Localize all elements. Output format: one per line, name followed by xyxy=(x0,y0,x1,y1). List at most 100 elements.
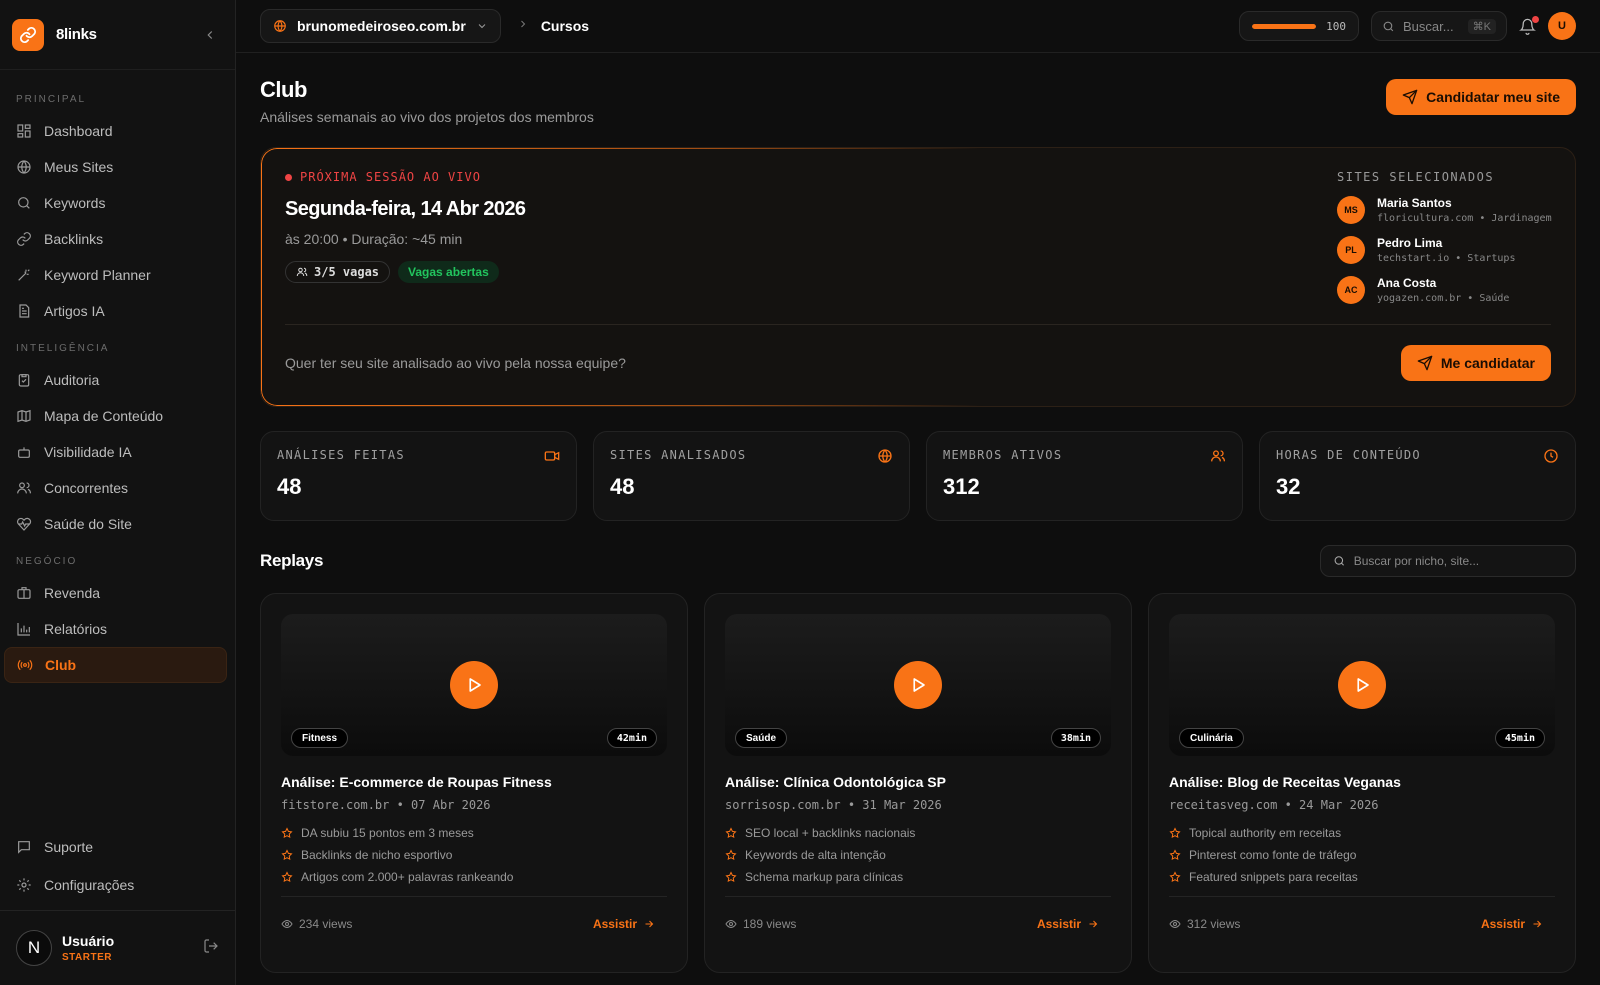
sidebar-item-visibilidade-ia[interactable]: Visibilidade IA xyxy=(4,434,227,470)
apply-site-label: Candidatar meu site xyxy=(1426,89,1560,105)
star-icon xyxy=(725,827,737,839)
avatar: AC xyxy=(1337,276,1365,304)
sidebar-item-revenda[interactable]: Revenda xyxy=(4,575,227,611)
views-text: 234 views xyxy=(299,917,353,931)
replay-cards: Fitness 42min Análise: E-commerce de Rou… xyxy=(260,593,1576,973)
sidebar-item-label: Saúde do Site xyxy=(44,516,132,532)
watch-link[interactable]: Assistir xyxy=(1037,917,1099,931)
play-icon[interactable] xyxy=(894,661,942,709)
user-profile[interactable]: N Usuário STARTER xyxy=(0,910,235,985)
logout-icon[interactable] xyxy=(203,938,219,959)
globe-icon xyxy=(274,20,286,32)
live-dot xyxy=(285,173,292,181)
list-item: Backlinks de nicho esportivo xyxy=(281,848,667,862)
replay-thumbnail[interactable]: Culinária 45min xyxy=(1169,614,1555,756)
page-content: Club Análises semanais ao vivo dos proje… xyxy=(236,53,1600,985)
bell-icon[interactable] xyxy=(1519,15,1539,35)
notification-dot xyxy=(1532,15,1539,23)
nav-section-title: PRINCIPAL xyxy=(16,94,87,105)
selected-sites-title: SITES SELECIONADOS xyxy=(1337,170,1495,184)
list-item: Keywords de alta intenção xyxy=(725,848,1111,862)
session-time: às 20:00 • Duração: ~45 min xyxy=(285,231,463,247)
divider xyxy=(281,896,667,897)
site-selector[interactable]: brunomedeiroseo.com.br xyxy=(260,9,501,43)
watch-link[interactable]: Assistir xyxy=(593,917,655,931)
main: brunomedeiroseo.com.br Cursos 100 Buscar… xyxy=(236,0,1600,985)
send-icon xyxy=(1417,355,1433,371)
chevron-down-icon xyxy=(478,24,486,29)
sidebar-item-club[interactable]: Club xyxy=(4,647,227,683)
sidebar-item-keywords[interactable]: Keywords xyxy=(4,185,227,221)
search-icon xyxy=(18,197,30,209)
sidebar-nav: PRINCIPAL Dashboard Meus Sites Keywords … xyxy=(0,70,235,828)
apply-site-button[interactable]: Candidatar meu site xyxy=(1386,79,1576,115)
sidebar-item-dashboard[interactable]: Dashboard xyxy=(4,113,227,149)
selected-site-owner: Pedro Lima xyxy=(1377,236,1443,250)
highlight-text: Backlinks de nicho esportivo xyxy=(301,848,453,862)
vagas-badge: 3/5 vagas xyxy=(285,261,391,283)
search-shortcut: ⌘K xyxy=(1467,18,1496,34)
stat-card: ANÁLISES FEITAS 48 xyxy=(260,431,577,521)
page-subtitle: Análises semanais ao vivo dos projetos d… xyxy=(260,109,594,125)
star-icon xyxy=(725,849,737,861)
list-item: SEO local + backlinks nacionais xyxy=(725,826,1111,840)
replay-card: Culinária 45min Análise: Blog de Receita… xyxy=(1148,593,1576,973)
views-text: 312 views xyxy=(1187,917,1241,931)
avatar[interactable]: U xyxy=(1548,12,1576,40)
sidebar-item-configuracoes[interactable]: Configurações xyxy=(4,866,227,904)
user-name: Usuário xyxy=(62,933,115,949)
watch-label: Assistir xyxy=(1036,917,1081,931)
link-icon[interactable] xyxy=(12,18,44,51)
chevron-left-icon[interactable] xyxy=(203,28,217,42)
sidebar-item-label: Keywords xyxy=(44,195,106,211)
gear-icon xyxy=(17,878,31,892)
selected-site-item[interactable]: MS Maria Santos floricultura.com • Jardin… xyxy=(1337,196,1552,224)
sidebar-item-mapa-de-conteudo[interactable]: Mapa de Conteúdo xyxy=(4,398,227,434)
replay-title[interactable]: Análise: Blog de Receitas Veganas xyxy=(1169,774,1555,790)
replay-thumbnail[interactable]: Fitness 42min xyxy=(281,614,667,756)
sidebar-item-relatorios[interactable]: Relatórios xyxy=(4,611,227,647)
sidebar-item-auditoria[interactable]: Auditoria xyxy=(4,362,227,398)
replay-thumbnail[interactable]: Saúde 38min xyxy=(725,614,1111,756)
selected-site-item[interactable]: AC Ana Costa yogazen.com.br • Saúde xyxy=(1337,276,1551,304)
sidebar-item-saude-do-site[interactable]: Saúde do Site xyxy=(4,506,227,542)
dashboard-icon xyxy=(17,124,31,138)
sidebar-item-keyword-planner[interactable]: Keyword Planner xyxy=(4,257,227,293)
nav-section-title: INTELIGÊNCIA xyxy=(16,343,110,354)
sidebar-item-concorrentes[interactable]: Concorrentes xyxy=(4,470,227,506)
watch-link[interactable]: Assistir xyxy=(1481,917,1543,931)
credits-bar xyxy=(1252,23,1317,29)
credits-count: 100 xyxy=(1326,19,1346,33)
selected-site-item[interactable]: PL Pedro Lima techstart.io • Startups xyxy=(1337,236,1551,264)
sidebar-item-backlinks[interactable]: Backlinks xyxy=(4,221,227,257)
play-icon[interactable] xyxy=(1338,661,1386,709)
apply-session-button[interactable]: Me candidatar xyxy=(1400,345,1551,381)
sidebar-item-label: Meus Sites xyxy=(44,159,114,175)
credits-meter[interactable]: 100 xyxy=(1239,11,1359,41)
replay-title[interactable]: Análise: Clínica Odontológica SP xyxy=(725,774,1111,790)
sidebar-item-meus-sites[interactable]: Meus Sites xyxy=(4,149,227,185)
sidebar-item-artigos-ia[interactable]: Artigos IA xyxy=(4,293,227,329)
selected-site-meta: techstart.io • Startups xyxy=(1377,253,1516,264)
play-icon[interactable] xyxy=(450,661,498,709)
highlight-text: SEO local + backlinks nacionais xyxy=(745,826,916,840)
site-name: brunomedeiroseo.com.br xyxy=(297,18,466,34)
replay-title[interactable]: Análise: E-commerce de Roupas Fitness xyxy=(281,774,667,790)
globe-icon xyxy=(878,449,892,463)
chevron-right-icon xyxy=(517,17,529,35)
broadcast-icon xyxy=(17,659,33,671)
eye-icon xyxy=(725,919,737,929)
replay-search-input[interactable] xyxy=(1353,554,1563,568)
eye-icon xyxy=(1169,919,1181,929)
sidebar-item-label: Configurações xyxy=(44,877,135,893)
highlight-text: Featured snippets para receitas xyxy=(1189,870,1358,884)
star-icon xyxy=(1169,871,1181,883)
breadcrumb[interactable]: Cursos xyxy=(541,18,589,34)
sidebar-item-suporte[interactable]: Suporte xyxy=(4,828,227,866)
global-search[interactable]: Buscar... ⌘K xyxy=(1371,11,1507,41)
stat-label: MEMBROS ATIVOS xyxy=(943,448,1063,462)
sidebar: 8links PRINCIPAL Dashboard Meus Sites Ke… xyxy=(0,0,236,985)
video-icon xyxy=(544,451,560,461)
replay-card: Saúde 38min Análise: Clínica Odontológic… xyxy=(704,593,1132,973)
star-icon xyxy=(725,871,737,883)
